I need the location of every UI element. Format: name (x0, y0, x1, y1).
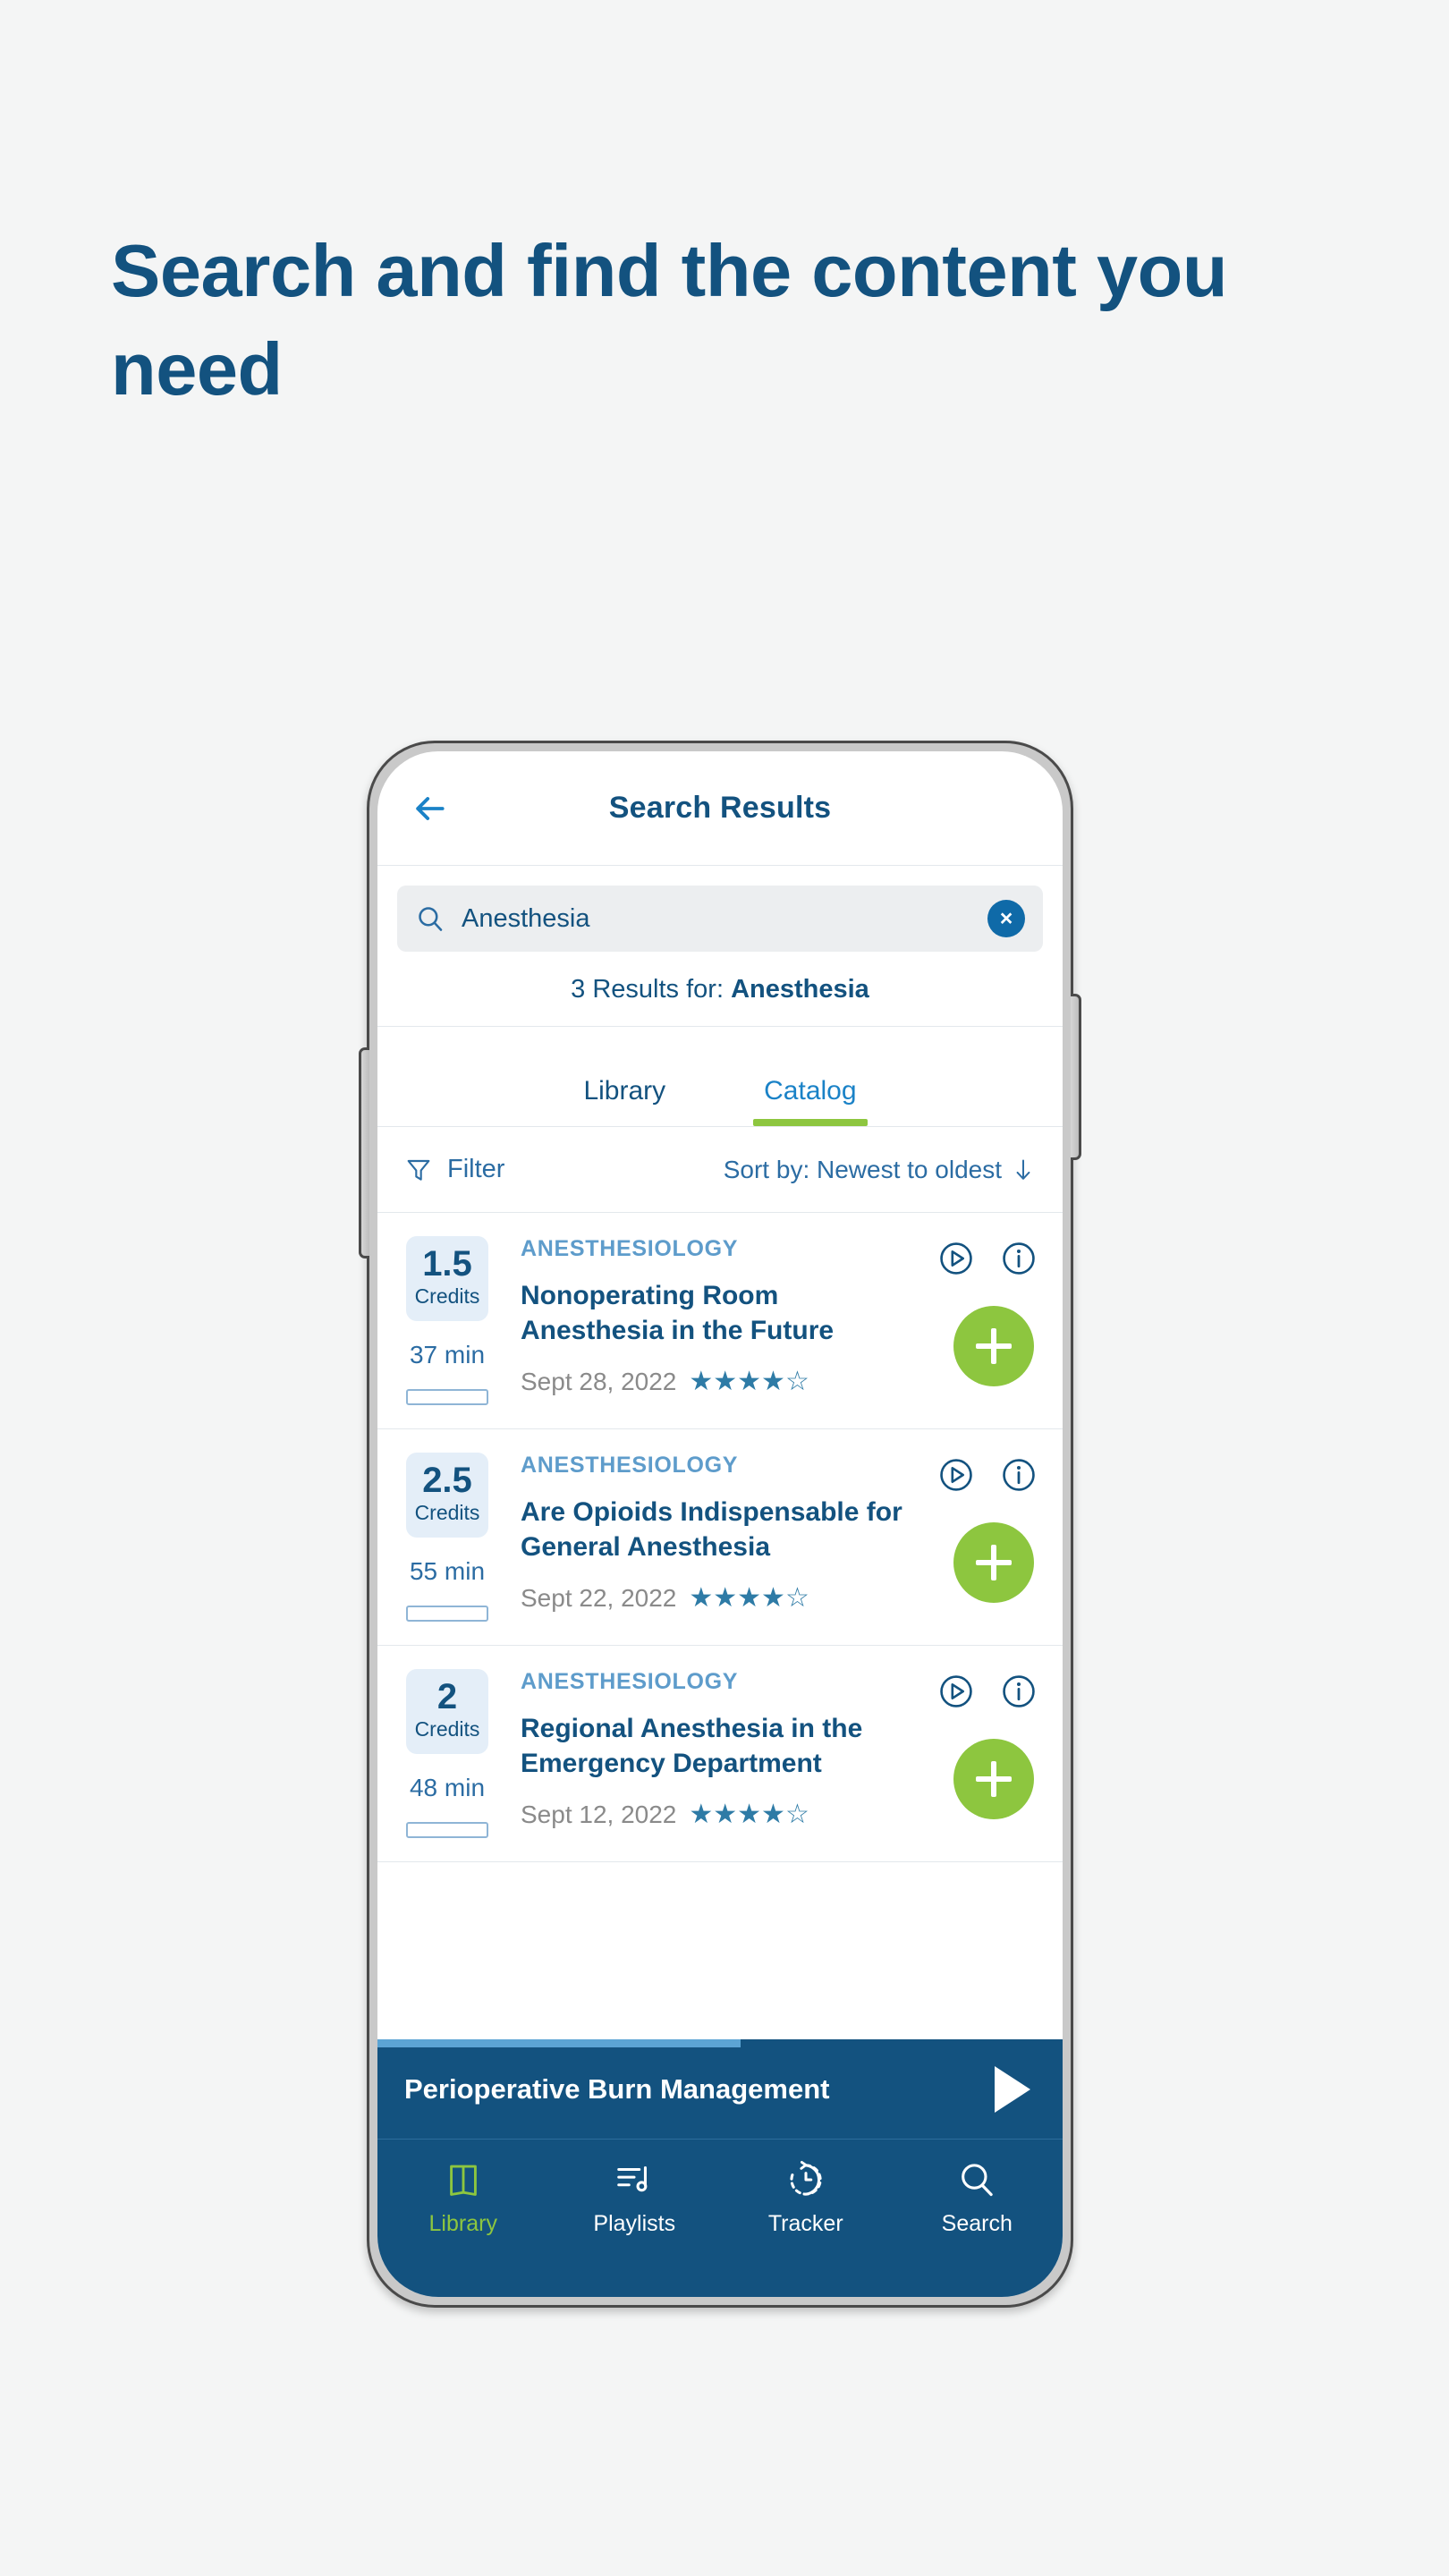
duration-label: 48 min (409, 1774, 486, 1801)
phone-frame: Search Results Anesthesia × 3 Results fo… (359, 741, 1081, 2308)
sort-label: Sort by: Newest to oldest (723, 1155, 1002, 1183)
nav-label: Search (941, 2211, 1013, 2236)
tab-bar: Library Catalog (377, 1027, 1063, 1127)
play-circle-icon[interactable] (937, 1673, 975, 1710)
playlist-icon (617, 2166, 648, 2192)
result-card[interactable]: 1.5 Credits 37 min ANESTHESIOLOGY Nonope… (377, 1213, 1063, 1429)
play-circle-icon[interactable] (937, 1456, 975, 1494)
rating-stars[interactable]: ★★★★☆ (689, 1368, 809, 1395)
clear-search-button[interactable]: × (987, 900, 1025, 937)
duration-label: 55 min (409, 1557, 486, 1585)
completion-progress (406, 1822, 488, 1838)
nav-label: Library (428, 2211, 497, 2236)
search-block: Anesthesia × 3 Results for: Anesthesia (377, 866, 1063, 1027)
card-title[interactable]: Nonoperating Room Anesthesia in the Futu… (521, 1278, 905, 1348)
nav-item-library[interactable]: Library (377, 2140, 549, 2258)
filter-label: Filter (447, 1155, 505, 1183)
card-actions (937, 1240, 1038, 1277)
search-icon (419, 907, 443, 931)
rating-stars[interactable]: ★★★★☆ (689, 1801, 809, 1828)
results-count: 3 Results for: Anesthesia (397, 952, 1043, 1026)
card-actions (937, 1456, 1038, 1494)
credits-value: 2 (436, 1677, 458, 1716)
sort-button[interactable]: Sort by: Newest to oldest (724, 1156, 1036, 1184)
card-left-meta: 2 Credits 48 min (401, 1669, 494, 1838)
search-icon (962, 2164, 993, 2197)
arrow-left-icon[interactable] (410, 789, 449, 828)
credits-badge: 2.5 Credits (406, 1453, 488, 1538)
info-circle-icon[interactable] (1000, 1240, 1038, 1277)
card-left-meta: 1.5 Credits 37 min (401, 1236, 494, 1405)
search-value: Anesthesia (462, 903, 590, 933)
card-actions (937, 1673, 1038, 1710)
nav-label: Tracker (767, 2211, 843, 2236)
credits-value: 1.5 (422, 1244, 472, 1284)
card-meta: Sept 28, 2022 ★★★★☆ (521, 1368, 905, 1396)
credits-badge: 2 Credits (406, 1669, 488, 1754)
card-category: ANESTHESIOLOGY (521, 1236, 739, 1261)
phone-screen: Search Results Anesthesia × 3 Results fo… (377, 751, 1063, 2297)
bottom-nav: Library Playlists Tracker Search (377, 2140, 1063, 2297)
tab-library[interactable]: Library (583, 1076, 665, 1126)
completion-progress (406, 1606, 488, 1622)
book-open-icon (449, 2165, 477, 2196)
play-triangle-icon[interactable] (995, 2065, 1030, 2113)
results-count-query: Anesthesia (731, 975, 869, 1004)
filter-button[interactable]: Filter (404, 1155, 504, 1184)
add-to-playlist-button[interactable] (953, 1306, 1034, 1386)
completion-progress (406, 1389, 488, 1405)
credits-badge: 1.5 Credits (406, 1236, 488, 1321)
app-header: Search Results (377, 751, 1063, 866)
credits-label: Credits (414, 1717, 480, 1741)
nav-item-playlists[interactable]: Playlists (549, 2140, 721, 2258)
add-to-playlist-button[interactable] (953, 1739, 1034, 1819)
mini-player[interactable]: Perioperative Burn Management (377, 2039, 1063, 2140)
search-results-list: 1.5 Credits 37 min ANESTHESIOLOGY Nonope… (377, 1213, 1063, 2039)
card-title[interactable]: Are Opioids Indispensable for General An… (521, 1495, 905, 1564)
card-category: ANESTHESIOLOGY (521, 1453, 739, 1478)
nav-item-tracker[interactable]: Tracker (720, 2140, 892, 2258)
page-title: Search Results (608, 791, 832, 825)
player-title: Perioperative Burn Management (404, 2072, 830, 2105)
credits-label: Credits (414, 1501, 480, 1524)
nav-item-search[interactable]: Search (892, 2140, 1063, 2258)
power-button[interactable] (1071, 994, 1081, 1160)
card-date: Sept 22, 2022 (521, 1584, 677, 1612)
nav-label: Playlists (593, 2211, 676, 2236)
result-card[interactable]: 2 Credits 48 min ANESTHESIOLOGY Regional… (377, 1646, 1063, 1862)
card-title[interactable]: Regional Anesthesia in the Emergency Dep… (521, 1711, 905, 1781)
tab-catalog[interactable]: Catalog (753, 1076, 869, 1126)
duration-label: 37 min (409, 1341, 486, 1368)
card-meta: Sept 22, 2022 ★★★★☆ (521, 1584, 905, 1613)
result-card[interactable]: 2.5 Credits 55 min ANESTHESIOLOGY Are Op… (377, 1429, 1063, 1646)
results-count-prefix: 3 Results for: (571, 975, 732, 1004)
card-left-meta: 2.5 Credits 55 min (401, 1453, 494, 1622)
arrow-down-icon (1016, 1159, 1030, 1180)
page-headline: Search and find the content you need (111, 229, 1228, 411)
search-input[interactable]: Anesthesia × (397, 886, 1043, 952)
card-date: Sept 12, 2022 (521, 1801, 677, 1828)
filter-sort-bar: Filter Sort by: Newest to oldest (377, 1127, 1063, 1213)
rating-stars[interactable]: ★★★★☆ (689, 1585, 809, 1612)
info-circle-icon[interactable] (1000, 1456, 1038, 1494)
volume-button[interactable] (359, 1047, 369, 1258)
card-date: Sept 28, 2022 (521, 1368, 677, 1395)
card-meta: Sept 12, 2022 ★★★★☆ (521, 1801, 905, 1829)
add-to-playlist-button[interactable] (953, 1522, 1034, 1603)
credits-label: Credits (414, 1284, 480, 1308)
info-circle-icon[interactable] (1000, 1673, 1038, 1710)
credits-value: 2.5 (422, 1461, 472, 1500)
funnel-icon (407, 1159, 430, 1181)
play-circle-icon[interactable] (937, 1240, 975, 1277)
card-category: ANESTHESIOLOGY (521, 1669, 739, 1694)
player-progress-bar[interactable] (377, 2039, 741, 2047)
clock-arrow-icon (790, 2161, 822, 2196)
